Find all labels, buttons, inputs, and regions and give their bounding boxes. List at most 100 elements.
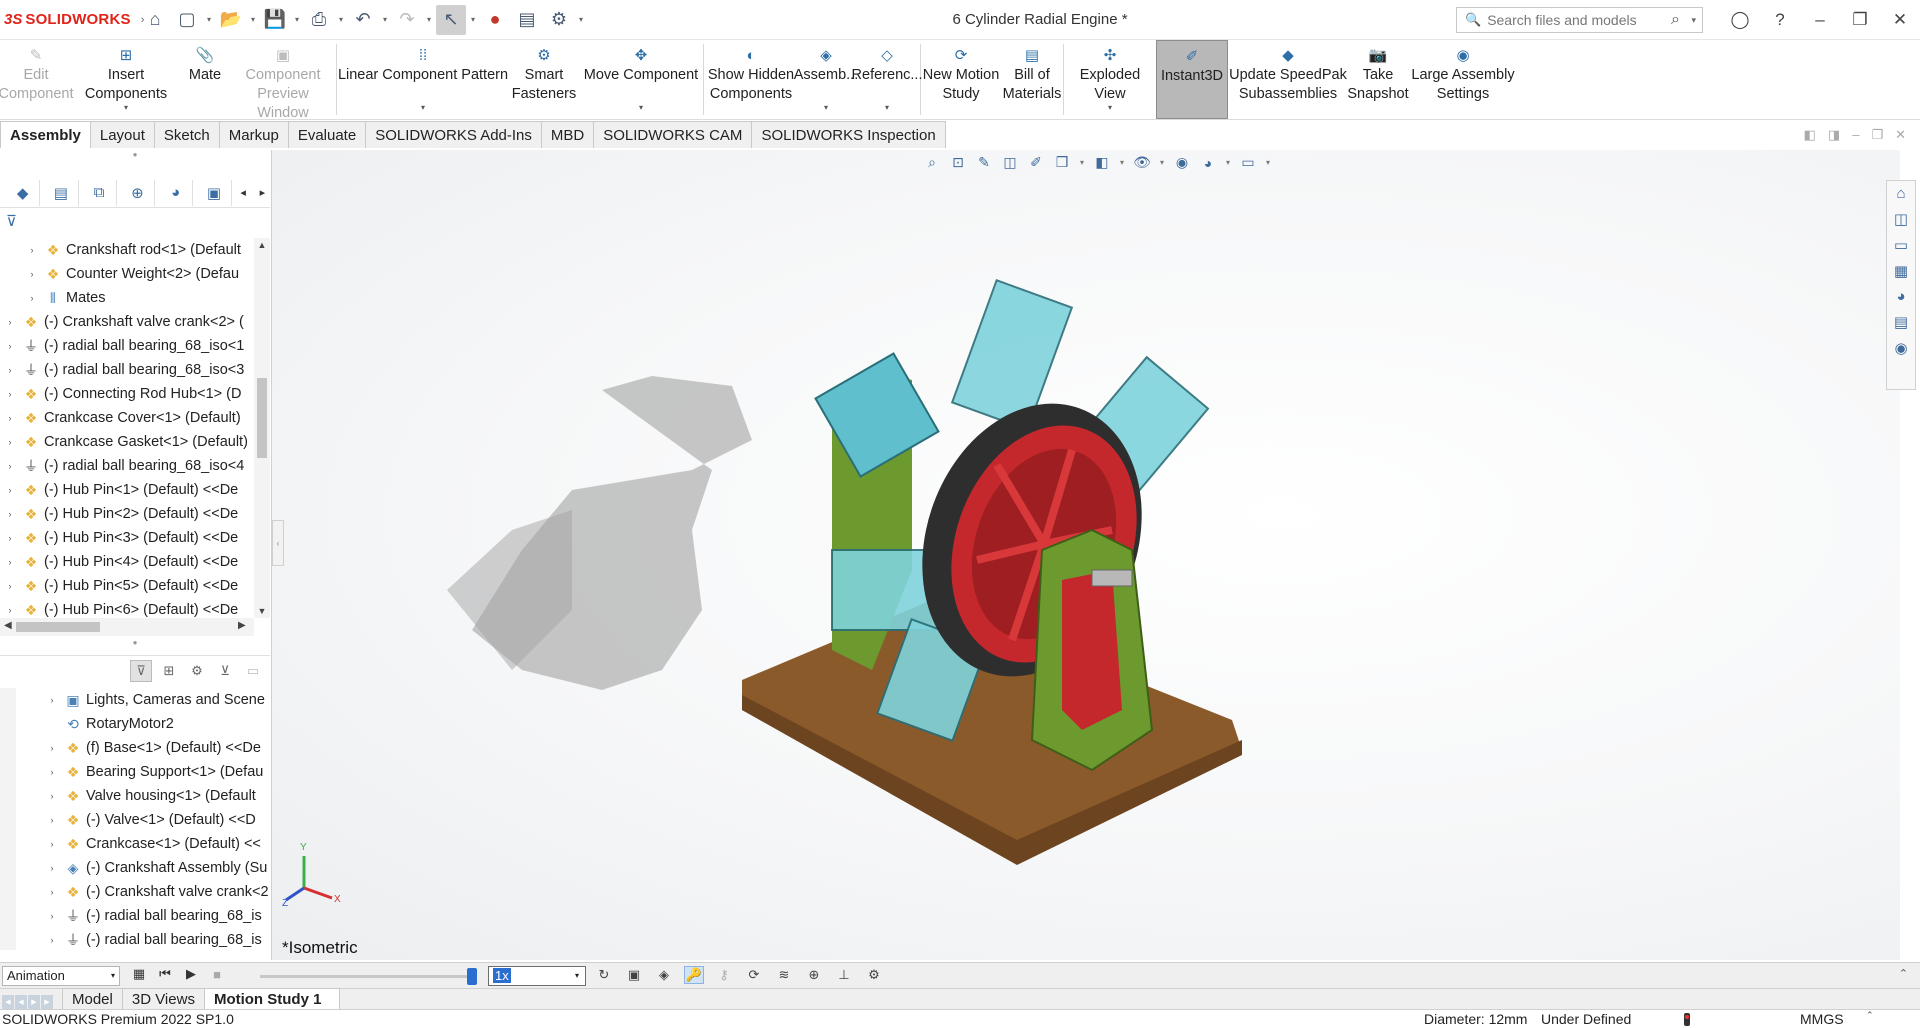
filter-driving-icon[interactable]: ⊞ (158, 660, 180, 682)
tree-item[interactable]: › ❖ (-) Valve<1> (Default) <<D (0, 808, 272, 832)
scroll-left-icon[interactable]: ◀ (4, 620, 12, 631)
ribbon-button-mate[interactable]: 📎 Mate (180, 40, 230, 119)
select-arrow-icon[interactable]: ↖ (436, 4, 466, 35)
tree-item[interactable]: › ❖ (-) Hub Pin<2> (Default) <<De (0, 502, 254, 526)
forum-icon[interactable]: ◉ (1894, 339, 1907, 357)
expand-arrow-icon[interactable]: › (46, 815, 58, 825)
tab-3d-views[interactable]: 3D Views (121, 988, 205, 1009)
next-tab-icon[interactable]: ▶ (28, 995, 40, 1009)
tree-item[interactable]: › ▣ Lights, Cameras and Scene (0, 688, 272, 712)
ribbon-button-show-hidden-components[interactable]: ◐ Show Hidden Components (704, 40, 798, 119)
tab-model[interactable]: Model (62, 988, 123, 1009)
auto-key-icon[interactable]: ▭ (242, 660, 264, 682)
scroll-right-icon[interactable]: ▶ (238, 620, 246, 631)
add-key-icon[interactable]: ⚷ (714, 967, 734, 983)
last-tab-icon[interactable]: ▶ (41, 995, 53, 1009)
display-manager-tab-icon[interactable]: ◕ (159, 179, 194, 206)
expand-arrow-icon[interactable]: › (46, 863, 58, 873)
prev-tab-icon[interactable]: ◀ (15, 995, 27, 1009)
file-properties-icon[interactable]: ▤ (512, 5, 542, 35)
expand-arrow-icon[interactable]: › (46, 743, 58, 753)
print-dropdown-icon[interactable]: ▾ (336, 15, 346, 24)
radial-engine-model[interactable] (272, 150, 1900, 960)
dimxpert-tab-icon[interactable]: ⊕ (121, 179, 156, 206)
save-icon[interactable]: 💾 (260, 5, 290, 35)
expand-arrow-icon[interactable]: › (4, 389, 16, 399)
status-bar-menu-icon[interactable]: ⌃ (1866, 1010, 1874, 1021)
tree-item[interactable]: › ❖ Crankcase Gasket<1> (Default) (0, 430, 254, 454)
expand-arrow-icon[interactable]: › (4, 461, 16, 471)
user-account-icon[interactable]: ◯ (1720, 10, 1760, 30)
file-explorer-icon[interactable]: ▭ (1894, 236, 1908, 254)
doc-restore-icon[interactable]: ❐ (1871, 127, 1883, 143)
tree-item[interactable]: ⟲ RotaryMotor2 (0, 712, 272, 736)
contact-icon[interactable]: ⊕ (804, 967, 824, 983)
doc-minimize-icon[interactable]: – (1852, 127, 1859, 143)
expand-arrow-icon[interactable]: › (46, 935, 58, 945)
expand-arrow-icon[interactable]: › (4, 317, 16, 327)
tree-item[interactable]: › ❖ Valve housing<1> (Default (0, 784, 272, 808)
print-icon[interactable]: ⎙ (304, 5, 334, 35)
expand-arrow-icon[interactable]: › (4, 365, 16, 375)
rebuild-status-icon[interactable] (1684, 1013, 1690, 1026)
pane-splitter-bottom[interactable]: ● (0, 638, 270, 652)
tab-solidworks-cam[interactable]: SOLIDWORKS CAM (593, 121, 753, 148)
cam-manager-tab-icon[interactable]: ▣ (197, 179, 232, 206)
horizontal-scrollbar-thumb[interactable] (16, 622, 100, 632)
save-dropdown-icon[interactable]: ▾ (292, 15, 302, 24)
tree-item[interactable]: › ⫴ Mates (0, 286, 254, 310)
expand-arrow-icon[interactable]: › (4, 581, 16, 591)
spring-icon[interactable]: ≋ (774, 967, 794, 983)
ribbon-button-move-component[interactable]: ✥ Move Component ▾ (579, 40, 703, 119)
chevron-down-icon[interactable]: ▾ (124, 98, 128, 117)
play-from-start-icon[interactable]: ⏮ (156, 966, 174, 982)
redo-dropdown-icon[interactable]: ▾ (424, 15, 434, 24)
configuration-manager-tab-icon[interactable]: ⧉ (83, 179, 117, 206)
rebuild-traffic-light-icon[interactable]: ● (480, 5, 510, 35)
new-dropdown-icon[interactable]: ▾ (204, 15, 214, 24)
save-animation-icon[interactable]: ▣ (624, 967, 644, 983)
unit-system[interactable]: MMGS (1800, 1011, 1844, 1027)
expand-arrow-icon[interactable]: › (4, 557, 16, 567)
ribbon-button-bill-of-materials[interactable]: ▤ Bill of Materials (1001, 40, 1063, 119)
tab-assembly[interactable]: Assembly (0, 121, 91, 148)
tree-item[interactable]: › ❖ (f) Base<1> (Default) <<De (0, 736, 272, 760)
tree-item[interactable]: › ❖ (-) Crankshaft valve crank<2> ( (0, 310, 254, 334)
view-palette-icon[interactable]: ▦ (1894, 262, 1908, 280)
close-icon[interactable]: ✕ (1880, 10, 1920, 30)
ribbon-button-smart-fasteners[interactable]: ⚙ Smart Fasteners (509, 40, 579, 119)
first-tab-icon[interactable]: ◀ (2, 995, 14, 1009)
tree-item[interactable]: › ❖ Counter Weight<2> (Defau (0, 262, 254, 286)
tab-markup[interactable]: Markup (218, 121, 289, 148)
pane-collapse-handle[interactable]: ‹ (272, 520, 284, 566)
tree-item[interactable]: › ❖ (-) Hub Pin<6> (Default) <<De (0, 598, 254, 619)
search-icon[interactable]: ⌕ (1671, 11, 1680, 29)
ribbon-button-instant3d[interactable]: ✐ Instant3D (1156, 40, 1228, 119)
tree-item[interactable]: › ❖ (-) Hub Pin<5> (Default) <<De (0, 574, 254, 598)
scrollbar-thumb[interactable] (257, 378, 267, 458)
open-folder-icon[interactable]: 📂 (216, 5, 246, 35)
ribbon-button-linear-component-pattern[interactable]: ⁞⁞ Linear Component Pattern ▾ (337, 40, 509, 119)
ribbon-button-component-preview-window[interactable]: ▣ Component Preview Window (230, 40, 336, 122)
tree-item[interactable]: › ⏚ (-) radial ball bearing_68_iso<3 (0, 358, 254, 382)
tile-right-icon[interactable]: ◨ (1828, 127, 1840, 143)
expand-arrow-icon[interactable]: › (4, 485, 16, 495)
tree-item[interactable]: › ❖ Crankshaft rod<1> (Default (0, 238, 254, 262)
minimize-icon[interactable]: – (1800, 10, 1840, 30)
expand-arrow-icon[interactable]: › (26, 269, 38, 279)
expand-arrow-icon[interactable]: › (26, 245, 38, 255)
tree-item[interactable]: › ❖ Bearing Support<1> (Defau (0, 760, 272, 784)
search-input[interactable]: 🔍 Search files and models ⌕ ▾ (1456, 7, 1703, 33)
tree-item[interactable]: › ⏚ (-) radial ball bearing_68_iso<1 (0, 334, 254, 358)
tabs-scroll-left-icon[interactable]: ◂ (236, 180, 251, 206)
tab-motion-study-1[interactable]: Motion Study 1 (203, 988, 340, 1009)
tree-item[interactable]: › ❖ Crankcase Cover<1> (Default) (0, 406, 254, 430)
expand-arrow-icon[interactable]: › (4, 341, 16, 351)
ribbon-button-update-speedpak-subassemblies[interactable]: ◆ Update SpeedPak Subassemblies (1228, 40, 1348, 119)
calculate-icon[interactable]: ▦ (130, 966, 148, 982)
chevron-down-icon[interactable]: ▾ (824, 98, 828, 117)
playback-slider[interactable] (260, 968, 477, 985)
scroll-down-icon[interactable]: ▼ (254, 606, 270, 616)
ribbon-button-assemb[interactable]: ◈ Assemb... ▾ (794, 40, 858, 119)
expand-arrow-icon[interactable]: › (46, 695, 58, 705)
